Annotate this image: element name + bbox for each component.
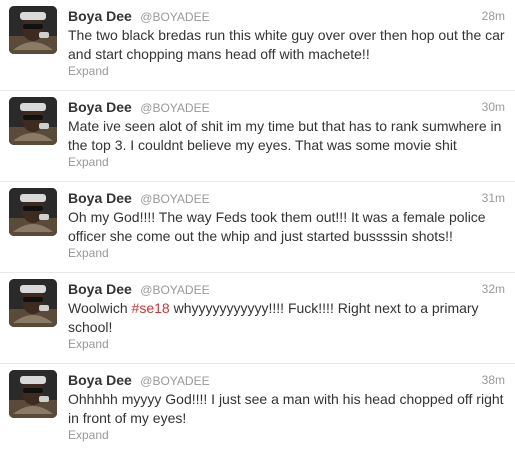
expand-link[interactable]: Expand	[68, 155, 109, 169]
avatar[interactable]	[9, 6, 57, 54]
avatar-image	[9, 279, 57, 327]
tweet-username[interactable]: @BOYADEE	[140, 374, 209, 388]
tweet-item[interactable]: Boya Dee @BOYADEE 30m Mate ive seen alot…	[0, 91, 515, 182]
tweet-text: Woolwich #se18 whyyyyyyyyyyy!!!! Fuck!!!…	[68, 299, 505, 337]
tweet-header: Boya Dee @BOYADEE 31m	[68, 189, 505, 207]
tweet-item[interactable]: Boya Dee @BOYADEE 31m Oh my God!!!! The …	[0, 182, 515, 273]
tweet-fullname[interactable]: Boya Dee	[68, 281, 132, 297]
tweet-item[interactable]: Boya Dee @BOYADEE 38m Ohhhhh myyyy God!!…	[0, 364, 515, 455]
tweet-text: Ohhhhh myyyy God!!!! I just see a man wi…	[68, 391, 504, 426]
tweet-username[interactable]: @BOYADEE	[140, 10, 209, 24]
avatar[interactable]	[9, 279, 57, 327]
tweet-text: Oh my God!!!! The way Feds took them out…	[68, 209, 486, 244]
tweet-timeline: Boya Dee @BOYADEE 28m The two black bred…	[0, 0, 515, 461]
tweet-timestamp[interactable]: 30m	[482, 98, 505, 116]
tweet-item[interactable]: Boya Dee @BOYADEE 32m Woolwich #se18 why…	[0, 273, 515, 364]
expand-link[interactable]: Expand	[68, 428, 109, 442]
tweet-item[interactable]: Boya Dee @BOYADEE 28m The two black bred…	[0, 0, 515, 91]
tweet-username[interactable]: @BOYADEE	[140, 283, 209, 297]
tweet-timestamp[interactable]: 28m	[482, 7, 505, 25]
tweet-timestamp[interactable]: 31m	[482, 189, 505, 207]
tweet-timestamp[interactable]: 32m	[482, 280, 505, 298]
avatar[interactable]	[9, 188, 57, 236]
avatar[interactable]	[9, 97, 57, 145]
tweet-timestamp[interactable]: 38m	[482, 371, 505, 389]
avatar[interactable]	[9, 370, 57, 418]
tweet-header: Boya Dee @BOYADEE 32m	[68, 280, 505, 298]
expand-link[interactable]: Expand	[68, 64, 109, 78]
tweet-username[interactable]: @BOYADEE	[140, 101, 209, 115]
expand-link[interactable]: Expand	[68, 246, 109, 260]
hashtag-link[interactable]: #se18	[132, 300, 170, 316]
avatar-image	[9, 370, 57, 418]
avatar-image	[9, 6, 57, 54]
avatar-image	[9, 97, 57, 145]
tweet-fullname[interactable]: Boya Dee	[68, 8, 132, 24]
tweet-text: Mate ive seen alot of shit im my time bu…	[68, 118, 502, 153]
tweet-fullname[interactable]: Boya Dee	[68, 99, 132, 115]
tweet-username[interactable]: @BOYADEE	[140, 192, 209, 206]
tweet-header: Boya Dee @BOYADEE 38m	[68, 371, 505, 389]
tweet-text-before: Woolwich	[68, 300, 132, 316]
tweet-header: Boya Dee @BOYADEE 30m	[68, 98, 505, 116]
expand-link[interactable]: Expand	[68, 337, 109, 351]
tweet-fullname[interactable]: Boya Dee	[68, 190, 132, 206]
avatar-image	[9, 188, 57, 236]
tweet-fullname[interactable]: Boya Dee	[68, 372, 132, 388]
tweet-header: Boya Dee @BOYADEE 28m	[68, 7, 505, 25]
tweet-text: The two black bredas run this white guy …	[68, 27, 505, 62]
